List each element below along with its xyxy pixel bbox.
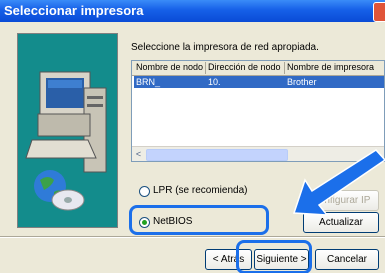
select-printer-dialog: Seleccionar impresora Seleccione la impr… (0, 0, 385, 273)
pointer-arrow-icon (292, 149, 385, 216)
